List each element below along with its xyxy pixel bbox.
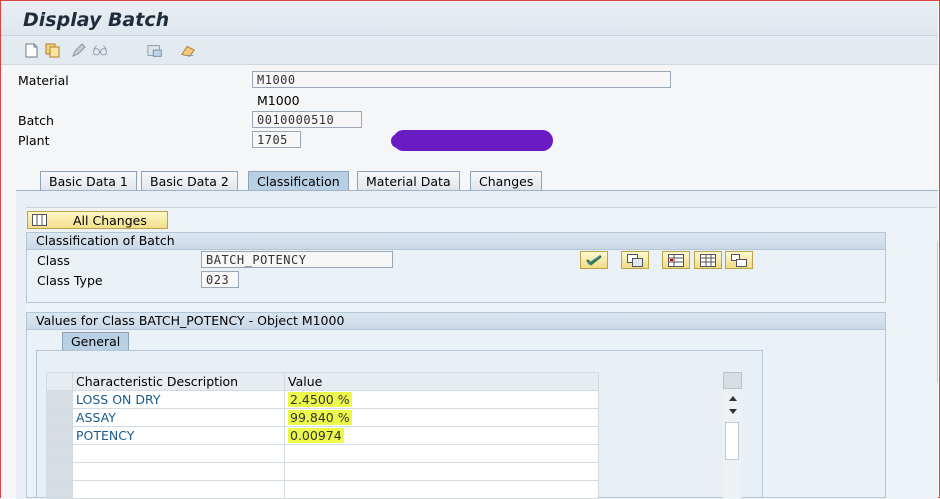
table-row[interactable] [46,444,599,463]
check-button[interactable] [580,251,608,269]
classification-section-title: Classification of Batch [27,233,885,250]
batch-field[interactable]: 0010000510 [252,111,362,128]
plant-field[interactable]: 1705 [252,131,301,148]
all-changes-button[interactable]: All Changes [27,211,168,229]
characteristic-value[interactable]: 2.4500 % [284,390,599,409]
table-scroll-up-icon[interactable] [728,394,738,402]
title-bar: Display Batch [1,1,938,36]
redaction-mark [391,130,553,151]
all-changes-label: All Changes [73,213,147,228]
characteristic-value[interactable] [284,462,599,481]
characteristic-description: LOSS ON DRY [72,390,285,409]
class-field[interactable]: BATCH_POTENCY [201,251,393,268]
insert-row-icon [668,253,684,267]
copy-icon[interactable] [45,42,61,58]
row-selector[interactable] [46,426,73,445]
tab-classification[interactable]: Classification [248,171,349,190]
characteristic-description: ASSAY [72,408,285,427]
characteristics-table: Characteristic Description Value LOSS ON… [46,372,599,499]
material-field[interactable]: M1000 [252,71,671,88]
class-label: Class [37,253,70,268]
table-view-button[interactable] [694,251,722,269]
tab-basic-data-1[interactable]: Basic Data 1 [40,171,137,190]
table-grid-icon [700,253,716,267]
table-scroll-down-icon[interactable] [728,408,738,416]
tab-material-data[interactable]: Material Data [357,171,460,190]
object-list-icon [731,253,747,267]
delete-icon[interactable] [180,42,196,58]
highlighted-value: 0.00974 [288,428,344,443]
table-row[interactable] [46,462,599,481]
select-all-cell[interactable] [46,372,73,391]
glasses-display-icon[interactable] [92,42,108,58]
row-selector[interactable] [46,462,73,481]
column-header-description[interactable]: Characteristic Description [72,372,285,391]
class-type-label: Class Type [37,273,103,288]
characteristic-value[interactable] [284,444,599,463]
column-header-value[interactable]: Value [284,372,599,391]
row-selector[interactable] [46,480,73,499]
material-description: M1000 [257,93,300,108]
table-scroll-thumb[interactable] [725,422,739,460]
characteristic-description [72,462,285,481]
characteristic-description [72,444,285,463]
table-scrollbar[interactable] [723,372,742,498]
classification-section: Classification of Batch [26,232,886,303]
row-selector[interactable] [46,408,73,427]
edit-pencil-icon[interactable] [71,42,87,58]
application-toolbar [1,36,938,65]
table-header-row: Characteristic Description Value [46,372,599,391]
table-settings-icon[interactable] [723,372,742,389]
characteristic-description: POTENCY [72,426,285,445]
check-icon [586,255,602,266]
characteristic-value[interactable] [284,480,599,499]
row-selector[interactable] [46,390,73,409]
object-list-button[interactable] [725,251,753,269]
tab-basic-data-2[interactable]: Basic Data 2 [141,171,238,190]
tab-changes[interactable]: Changes [470,171,543,190]
row-selector[interactable] [46,444,73,463]
page-title: Display Batch [23,9,170,31]
save-variant-icon[interactable] [147,42,163,58]
highlighted-value: 99.840 % [288,410,352,425]
table-icon [32,214,47,226]
values-section-title: Values for Class BATCH_POTENCY - Object … [27,313,885,330]
class-type-field[interactable]: 023 [201,271,239,288]
characteristic-description [72,480,285,499]
characteristic-value[interactable]: 99.840 % [284,408,599,427]
highlighted-value: 2.4500 % [288,392,352,407]
table-row[interactable]: ASSAY 99.840 % [46,408,599,427]
batch-label: Batch [18,113,54,128]
material-label: Material [18,73,69,88]
plant-label: Plant [18,133,50,148]
insert-row-button[interactable] [662,251,690,269]
table-row[interactable] [46,480,599,499]
subtab-general[interactable]: General [62,332,130,350]
table-row[interactable]: LOSS ON DRY 2.4500 % [46,390,599,409]
copy-window-icon [627,253,643,267]
characteristic-value[interactable]: 0.00974 [284,426,599,445]
copy-class-button[interactable] [621,251,649,269]
table-row[interactable]: POTENCY 0.00974 [46,426,599,445]
new-document-icon[interactable] [23,42,39,58]
